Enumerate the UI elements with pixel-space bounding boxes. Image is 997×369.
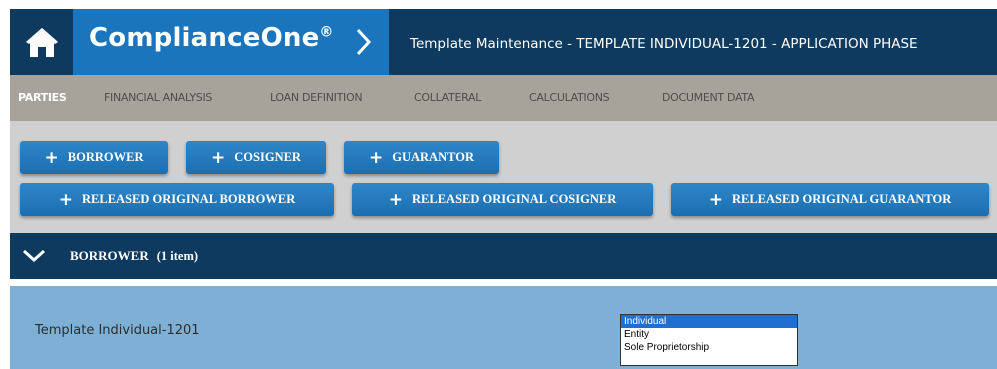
plus-icon: + (211, 147, 226, 168)
brand-banner[interactable]: ComplianceOne® (73, 9, 389, 75)
chevron-right-icon (356, 28, 372, 56)
add-released-original-borrower-button[interactable]: + RELEASED ORIGINAL BORROWER (20, 183, 334, 216)
button-label: RELEASED ORIGINAL COSIGNER (412, 192, 617, 206)
party-row: Template Individual-1201 (10, 286, 997, 369)
button-label: COSIGNER (234, 150, 301, 164)
tab-parties[interactable]: PARTIES (18, 91, 67, 104)
add-cosigner-button[interactable]: + COSIGNER (186, 141, 326, 174)
chevron-down-icon[interactable] (22, 249, 46, 263)
section-item-count: (1 item) (156, 249, 199, 263)
borrower-section-header[interactable]: BORROWER (1 item) (10, 233, 997, 279)
add-party-panel (10, 121, 997, 233)
plus-icon: + (44, 147, 59, 168)
tab-financial-analysis[interactable]: FINANCIAL ANALYSIS (104, 91, 212, 104)
add-guarantor-button[interactable]: + GUARANTOR (344, 141, 499, 174)
plus-icon: + (708, 189, 723, 210)
tab-bar: PARTIES FINANCIAL ANALYSIS LOAN DEFINITI… (10, 75, 997, 121)
plus-icon: + (58, 189, 73, 210)
plus-icon: + (388, 189, 404, 210)
add-borrower-button[interactable]: + BORROWER (20, 141, 168, 174)
tab-calculations[interactable]: CALCULATIONS (529, 91, 610, 104)
home-icon (26, 28, 58, 57)
party-type-select[interactable]: Individual Entity Sole Proprietorship (620, 314, 798, 366)
button-label: RELEASED ORIGINAL BORROWER (82, 192, 296, 206)
home-button[interactable] (10, 9, 73, 75)
button-label: GUARANTOR (392, 150, 474, 164)
add-released-original-cosigner-button[interactable]: + RELEASED ORIGINAL COSIGNER (352, 183, 653, 216)
left-margin (0, 0, 10, 369)
add-released-original-guarantor-button[interactable]: + RELEASED ORIGINAL GUARANTOR (671, 183, 989, 216)
button-label: BORROWER (67, 150, 144, 164)
brand-registered-mark: ® (319, 24, 334, 41)
brand-logo: ComplianceOne® (89, 23, 334, 53)
tab-collateral[interactable]: COLLATERAL (414, 91, 481, 104)
app-window: Template Maintenance - TEMPLATE INDIVIDU… (0, 0, 997, 369)
party-type-option-individual[interactable]: Individual (621, 315, 797, 328)
tab-loan-definition[interactable]: LOAN DEFINITION (270, 91, 363, 104)
section-name: BORROWER (70, 248, 149, 263)
tab-document-data[interactable]: DOCUMENT DATA (662, 91, 754, 104)
section-title: BORROWER (1 item) (70, 248, 198, 264)
page-title: Template Maintenance - TEMPLATE INDIVIDU… (410, 36, 918, 52)
brand-name: ComplianceOne (89, 23, 320, 53)
plus-icon: + (369, 147, 384, 168)
party-type-option-sole-proprietorship[interactable]: Sole Proprietorship (621, 341, 797, 354)
button-label: RELEASED ORIGINAL GUARANTOR (731, 192, 952, 206)
party-type-option-entity[interactable]: Entity (621, 328, 797, 341)
party-name: Template Individual-1201 (35, 323, 200, 338)
